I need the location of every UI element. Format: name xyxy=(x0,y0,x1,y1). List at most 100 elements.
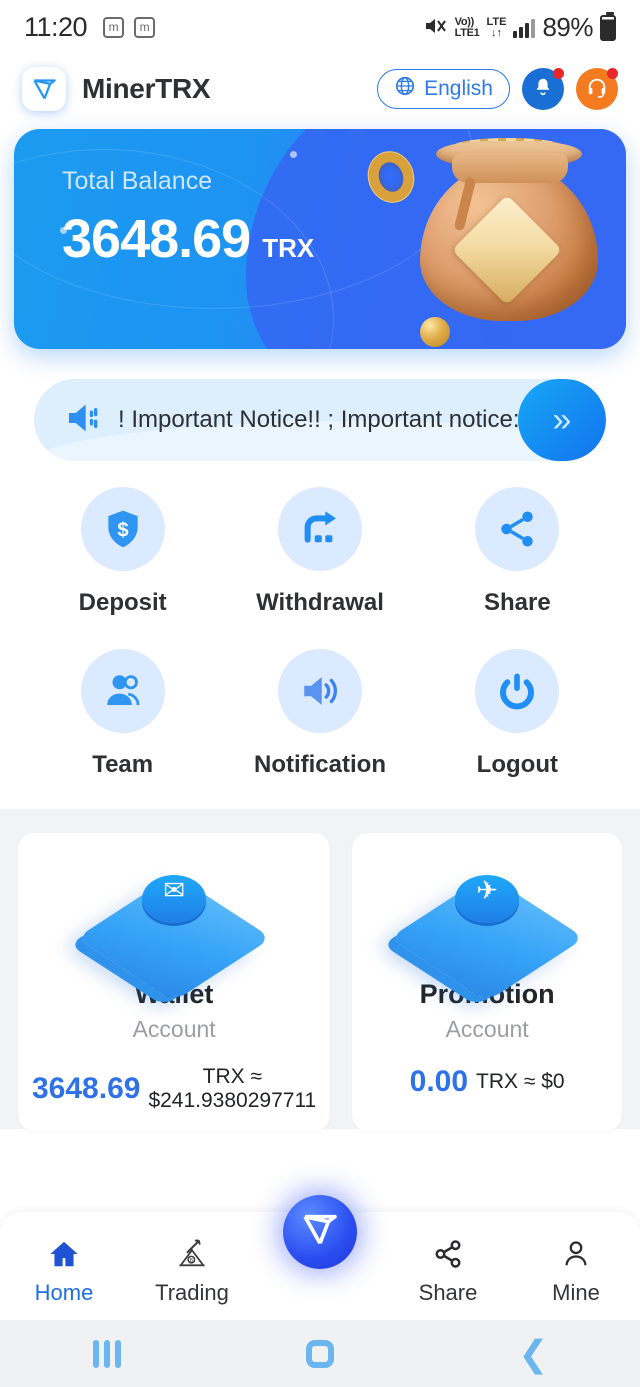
battery-icon xyxy=(600,11,616,41)
accounts-row: ✉ Wallet Account 3648.69 TRX ≈ $241.9380… xyxy=(18,833,622,1132)
page-title: MinerTRX xyxy=(82,73,211,104)
balance-section: Total Balance 3648.69 TRX xyxy=(0,123,640,349)
app-screen: 11:20 m m Vo)) LTE1 LTE ↓↑ 89% MinerTRX … xyxy=(0,0,640,1387)
account-unit-line1: TRX ≈ xyxy=(202,1065,263,1088)
battery-percent: 89% xyxy=(542,12,593,42)
status-app-icons: m m xyxy=(103,17,156,38)
android-home-button[interactable] xyxy=(213,1339,426,1368)
language-selector[interactable]: English xyxy=(377,69,510,109)
action-deposit[interactable]: $ Deposit xyxy=(24,487,221,617)
person-icon xyxy=(560,1239,592,1274)
status-bar: 11:20 m m Vo)) LTE1 LTE ↓↑ 89% xyxy=(0,0,640,55)
mining-pickaxe-icon: B xyxy=(175,1239,209,1274)
data-arrows: ↓↑ xyxy=(490,26,502,39)
action-label: Share xyxy=(483,589,551,616)
action-label: Notification xyxy=(253,751,386,778)
nav-label: Share xyxy=(418,1280,478,1305)
globe-icon xyxy=(394,75,416,103)
quick-actions-grid: $ Deposit Withdrawal Share Team Notifica… xyxy=(0,461,640,779)
notification-badge xyxy=(553,68,564,79)
speaker-icon xyxy=(62,398,106,443)
notice-next-button[interactable]: » xyxy=(518,379,606,461)
nav-item-trading[interactable]: B Trading xyxy=(128,1239,256,1306)
android-back-button[interactable]: ❮ xyxy=(427,1332,640,1374)
trx-fab-button[interactable] xyxy=(283,1195,357,1269)
recents-icon xyxy=(92,1339,121,1368)
cube-glyph: ✉ xyxy=(163,875,186,905)
svg-text:$: $ xyxy=(117,519,128,541)
support-button[interactable] xyxy=(576,68,618,110)
status-indicators: Vo)) LTE1 LTE ↓↑ 89% xyxy=(424,11,616,43)
bell-icon xyxy=(532,76,554,103)
double-chevron-right-icon: » xyxy=(552,401,572,439)
language-label: English xyxy=(424,77,493,100)
volte-bottom: LTE1 xyxy=(454,26,480,39)
action-label: Withdrawal xyxy=(256,589,384,616)
network-indicator: LTE ↓↑ xyxy=(486,15,507,39)
account-unit: TRX ≈ $241.9380297711 xyxy=(148,1065,316,1113)
action-team[interactable]: Team xyxy=(24,649,221,779)
promotion-account-card[interactable]: ✈ Promotion Account 0.00 TRX ≈ $0 xyxy=(352,833,622,1132)
cube-glyph: ✈ xyxy=(476,875,499,905)
account-value: 0.00 xyxy=(409,1065,469,1098)
volte-top: Vo)) xyxy=(454,15,475,28)
account-value-row: 0.00 TRX ≈ $0 xyxy=(366,1065,608,1099)
nav-item-mine[interactable]: Mine xyxy=(512,1239,640,1306)
balance-currency: TRX xyxy=(262,233,315,263)
balance-content: Total Balance 3648.69 TRX xyxy=(14,129,626,270)
notice-section: ! Important Notice!! ; Important notice:… xyxy=(0,349,640,461)
withdraw-arrow-icon xyxy=(277,487,362,571)
speaker-wave-icon xyxy=(277,649,362,733)
android-recents-button[interactable] xyxy=(0,1339,213,1368)
notice-banner[interactable]: ! Important Notice!! ; Important notice:… xyxy=(34,379,606,461)
account-unit-line1: TRX ≈ $0 xyxy=(476,1069,565,1093)
account-value-row: 3648.69 TRX ≈ $241.9380297711 xyxy=(32,1065,316,1113)
volte-indicator: Vo)) LTE1 xyxy=(454,15,480,39)
mute-icon xyxy=(424,15,448,41)
action-share[interactable]: Share xyxy=(419,487,616,617)
back-chevron-icon: ❮ xyxy=(518,1332,549,1374)
share-nodes-icon xyxy=(432,1239,464,1274)
nav-item-share[interactable]: Share xyxy=(384,1239,512,1306)
status-app-icon: m xyxy=(103,17,125,38)
notification-button[interactable] xyxy=(522,68,564,110)
balance-amount: 3648.69 xyxy=(62,209,251,269)
account-unit-line2: $241.9380297711 xyxy=(148,1089,317,1113)
app-header: MinerTRX English xyxy=(0,55,640,123)
share-nodes-icon xyxy=(475,487,560,571)
people-icon xyxy=(80,649,165,733)
action-notification[interactable]: Notification xyxy=(221,649,418,779)
action-label: Deposit xyxy=(78,589,167,616)
nav-item-home[interactable]: Home xyxy=(0,1239,128,1306)
trx-logo-icon xyxy=(300,1210,340,1255)
signal-icon xyxy=(513,18,536,38)
wallet-account-card[interactable]: ✉ Wallet Account 3648.69 TRX ≈ $241.9380… xyxy=(18,833,331,1132)
home-icon xyxy=(47,1239,81,1274)
nav-label: Trading xyxy=(155,1280,229,1305)
status-app-icon: m xyxy=(134,17,156,38)
headset-icon xyxy=(586,76,608,103)
balance-label: Total Balance xyxy=(62,167,213,195)
action-withdrawal[interactable]: Withdrawal xyxy=(221,487,418,617)
android-navigation-bar: ❮ xyxy=(0,1320,640,1387)
minertrx-logo-icon xyxy=(22,67,66,111)
wallet-cube-icon: ✉ xyxy=(76,855,272,1002)
quick-actions-row: $ Deposit Withdrawal Share xyxy=(24,487,616,617)
action-logout[interactable]: Logout xyxy=(419,649,616,779)
account-unit: TRX ≈ $0 xyxy=(476,1070,565,1094)
total-balance-card[interactable]: Total Balance 3648.69 TRX xyxy=(14,129,626,349)
account-subtitle: Account xyxy=(132,1016,216,1042)
quick-actions-row: Team Notification Logout xyxy=(24,649,616,779)
promotion-cube-icon: ✈ xyxy=(389,855,585,1002)
nav-label: Home xyxy=(34,1280,94,1305)
home-square-icon xyxy=(305,1339,334,1368)
shield-dollar-icon: $ xyxy=(80,487,165,571)
power-icon xyxy=(475,649,560,733)
nav-label: Mine xyxy=(552,1280,600,1305)
header-actions: English xyxy=(377,68,618,110)
accounts-section: ✉ Wallet Account 3648.69 TRX ≈ $241.9380… xyxy=(0,809,640,1132)
status-time: 11:20 xyxy=(24,12,88,42)
account-subtitle: Account xyxy=(445,1016,529,1042)
balance-amount-row: 3648.69 TRX xyxy=(62,208,626,270)
network-label: LTE xyxy=(486,15,507,28)
